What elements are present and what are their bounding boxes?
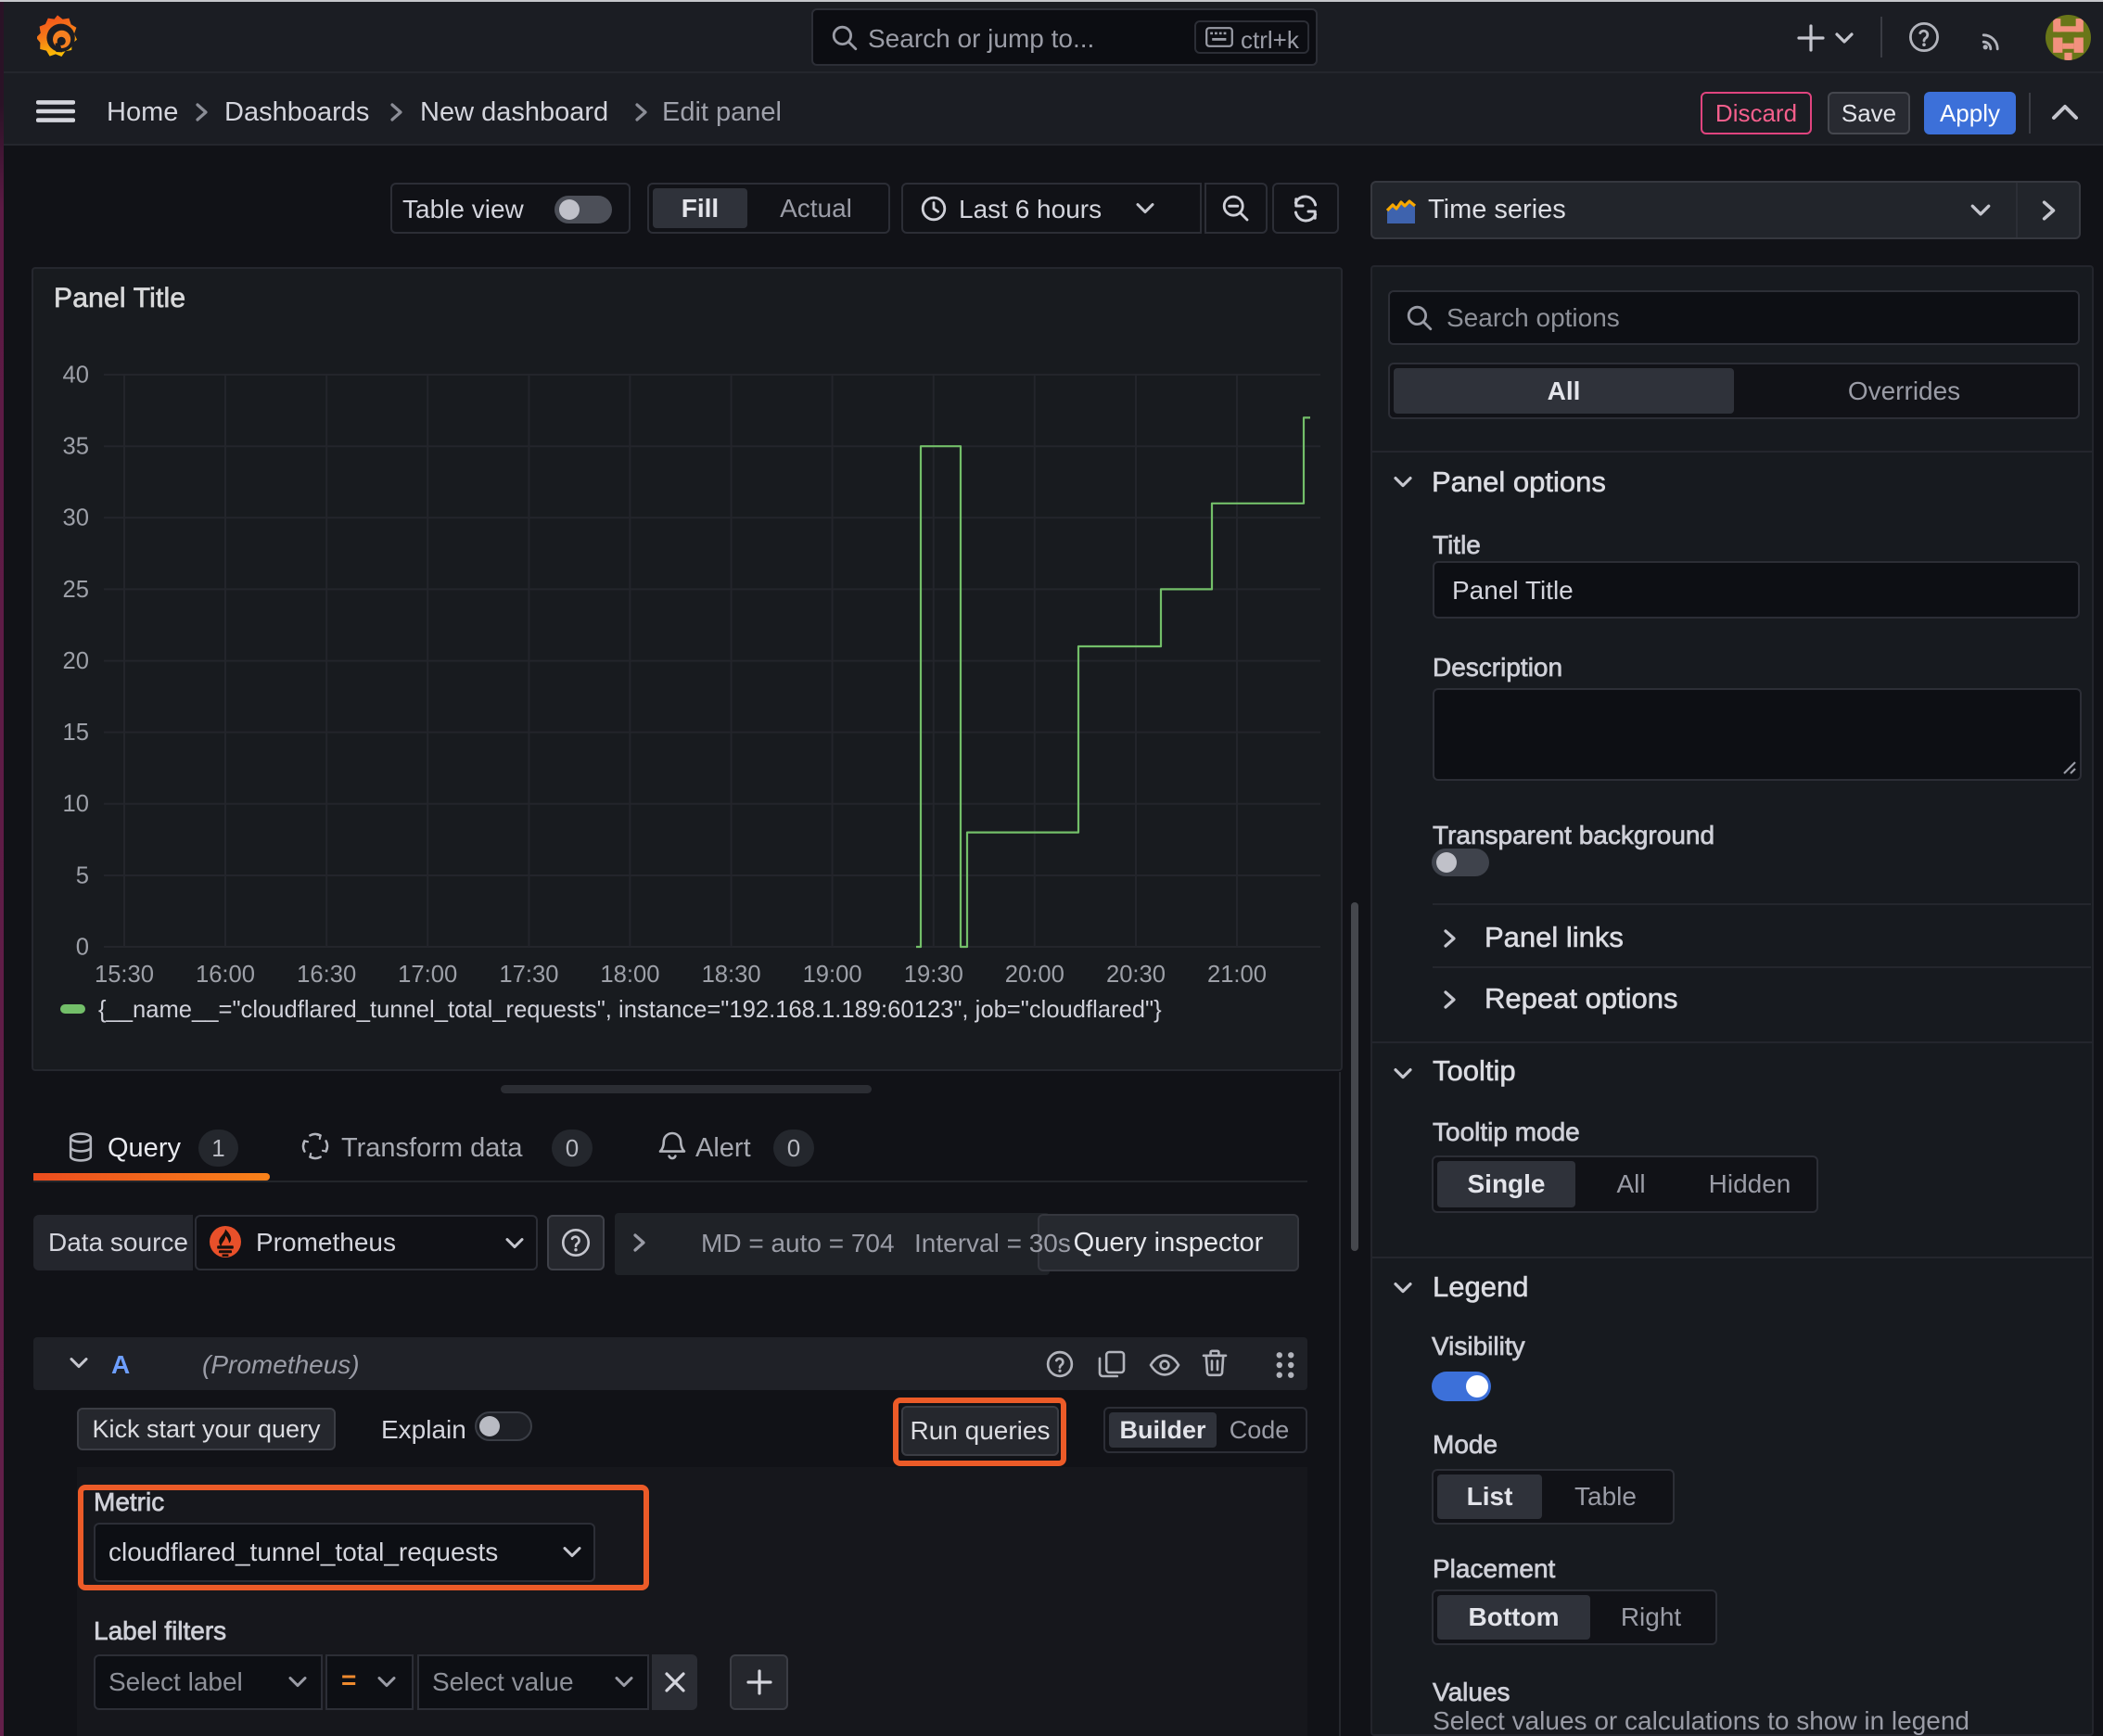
svg-text:30: 30 — [63, 505, 89, 531]
svg-text:18:00: 18:00 — [600, 962, 659, 988]
svg-text:16:30: 16:30 — [297, 962, 356, 988]
svg-text:5: 5 — [76, 862, 89, 888]
svg-text:19:00: 19:00 — [803, 962, 862, 988]
svg-text:21:00: 21:00 — [1207, 962, 1267, 988]
svg-text:{__name__="cloudflared_tunnel_: {__name__="cloudflared_tunnel_total_requ… — [98, 997, 1162, 1023]
svg-text:17:00: 17:00 — [398, 962, 457, 988]
svg-text:19:30: 19:30 — [904, 962, 963, 988]
svg-text:0: 0 — [76, 934, 89, 960]
svg-text:35: 35 — [63, 434, 89, 460]
svg-text:18:30: 18:30 — [702, 962, 761, 988]
svg-text:17:30: 17:30 — [499, 962, 558, 988]
svg-text:40: 40 — [63, 362, 89, 388]
svg-text:16:00: 16:00 — [196, 962, 255, 988]
svg-text:20:30: 20:30 — [1106, 962, 1166, 988]
svg-text:15:30: 15:30 — [95, 962, 154, 988]
svg-text:10: 10 — [63, 791, 89, 817]
svg-text:15: 15 — [63, 720, 89, 746]
svg-text:20: 20 — [63, 648, 89, 674]
svg-text:25: 25 — [63, 577, 89, 603]
svg-text:20:00: 20:00 — [1005, 962, 1064, 988]
